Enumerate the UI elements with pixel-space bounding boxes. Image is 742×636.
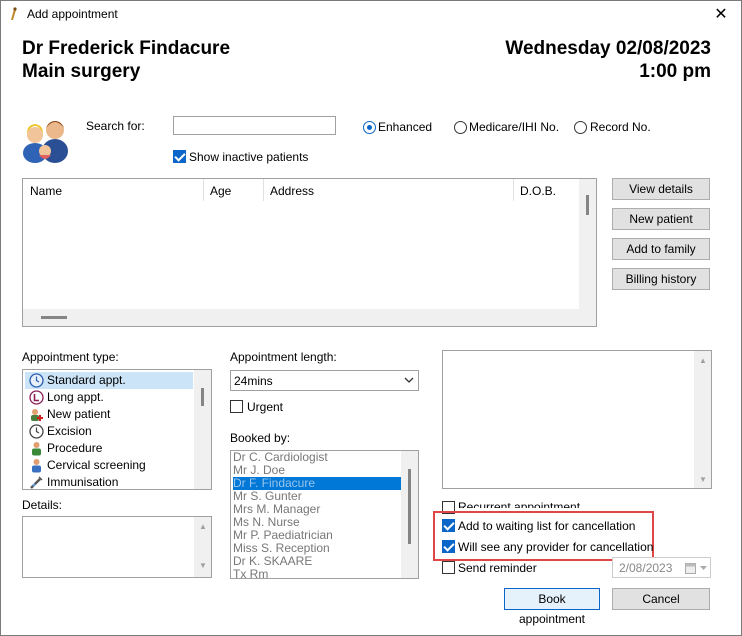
syringe-icon xyxy=(30,476,43,489)
booked-by-scrollbar[interactable] xyxy=(401,451,418,578)
grid-header: Name Age Address D.O.B. xyxy=(23,179,579,201)
add-to-family-button[interactable]: Add to family xyxy=(612,238,710,260)
recurrent-label[interactable]: Recurrent appointment xyxy=(458,500,580,508)
appointment-type-cervical-screening[interactable]: Cervical screening xyxy=(25,457,193,474)
appointment-type-new-patient[interactable]: New patient xyxy=(25,406,193,423)
new-patient-button[interactable]: New patient xyxy=(612,208,710,230)
show-inactive-checkbox[interactable] xyxy=(173,150,186,163)
appointment-type-procedure[interactable]: Procedure xyxy=(25,440,193,457)
procedure-icon xyxy=(32,442,41,456)
booked-by-list[interactable]: Dr C. Cardiologist Mr J. Doe Dr F. Finda… xyxy=(230,450,419,579)
appointment-type-scrollbar[interactable] xyxy=(194,370,211,489)
reminder-date-value: 2/08/2023 xyxy=(619,561,673,575)
appointment-length-select[interactable]: 24mins xyxy=(230,370,419,391)
column-header-name[interactable]: Name xyxy=(30,184,62,198)
appointment-type-list[interactable]: Standard appt. Long appt. New patient Ex… xyxy=(22,369,212,490)
appointment-type-label: Appointment type: xyxy=(22,350,119,364)
title-bar: Add appointment ✕ xyxy=(1,1,741,29)
medicare-radio[interactable] xyxy=(454,121,467,134)
cancel-button[interactable]: Cancel xyxy=(612,588,710,610)
grid-vertical-scrollbar[interactable] xyxy=(579,179,596,309)
booked-by-label: Booked by: xyxy=(230,431,291,445)
app-icon xyxy=(11,7,17,20)
record-no-radio-label[interactable]: Record No. xyxy=(590,120,651,134)
search-label: Search for: xyxy=(86,119,145,133)
notes-scrollbar[interactable]: ▲ ▼ xyxy=(694,351,711,488)
add-appointment-dialog: Add appointment ✕ Dr Frederick Findacure… xyxy=(0,0,742,636)
any-provider-label[interactable]: Will see any provider for cancellation xyxy=(458,540,653,554)
booked-by-item[interactable]: Tx Rm xyxy=(233,568,401,579)
send-reminder-label[interactable]: Send reminder xyxy=(458,561,537,575)
details-scrollbar[interactable]: ▲ ▼ xyxy=(194,517,211,577)
chevron-down-icon xyxy=(404,377,414,383)
details-textarea[interactable]: ▲ ▼ xyxy=(22,516,212,578)
medicare-radio-label[interactable]: Medicare/IHI No. xyxy=(469,120,559,134)
reminder-date-picker[interactable]: 2/08/2023 xyxy=(612,557,711,578)
urgent-checkbox[interactable] xyxy=(230,400,243,413)
appointment-time: 1:00 pm xyxy=(639,61,711,82)
patient-results-grid[interactable]: Name Age Address D.O.B. xyxy=(22,178,597,327)
appointment-length-label: Appointment length: xyxy=(230,350,337,364)
doctor-name: Dr Frederick Findacure xyxy=(22,38,231,59)
notes-textarea[interactable]: ▲ ▼ xyxy=(442,350,712,489)
show-inactive-label[interactable]: Show inactive patients xyxy=(189,150,308,164)
location-name: Main surgery xyxy=(22,61,141,82)
billing-history-button[interactable]: Billing history xyxy=(612,268,710,290)
search-input[interactable] xyxy=(173,116,336,135)
person-icon xyxy=(32,459,41,473)
urgent-label[interactable]: Urgent xyxy=(247,400,283,414)
waiting-list-label[interactable]: Add to waiting list for cancellation xyxy=(458,519,635,533)
new-patient-icon xyxy=(31,409,43,421)
close-icon: ✕ xyxy=(714,6,728,23)
window-title: Add appointment xyxy=(27,7,118,21)
grid-horizontal-scrollbar[interactable] xyxy=(23,309,596,326)
view-details-button[interactable]: View details xyxy=(612,178,710,200)
appointment-date: Wednesday 02/08/2023 xyxy=(505,38,711,59)
appointment-type-standard[interactable]: Standard appt. xyxy=(25,372,193,389)
send-reminder-checkbox[interactable] xyxy=(442,561,455,574)
clock-icon xyxy=(29,424,44,439)
book-appointment-button[interactable]: Book appointment xyxy=(504,588,600,626)
column-header-address[interactable]: Address xyxy=(270,184,314,198)
enhanced-radio[interactable] xyxy=(363,121,376,134)
column-header-dob[interactable]: D.O.B. xyxy=(520,184,556,198)
any-provider-checkbox[interactable] xyxy=(442,540,455,553)
waiting-list-checkbox[interactable] xyxy=(442,519,455,532)
column-header-age[interactable]: Age xyxy=(210,184,231,198)
enhanced-radio-label[interactable]: Enhanced xyxy=(378,120,432,134)
appointment-length-value: 24mins xyxy=(234,374,273,388)
long-appt-icon xyxy=(29,390,44,405)
patients-family-icon xyxy=(23,121,68,163)
appointment-type-long[interactable]: Long appt. xyxy=(25,389,193,406)
record-no-radio[interactable] xyxy=(574,121,587,134)
details-label: Details: xyxy=(22,498,63,512)
close-button[interactable]: ✕ xyxy=(711,5,731,25)
chevron-down-icon xyxy=(700,566,707,570)
appointment-type-excision[interactable]: Excision xyxy=(25,423,193,440)
appointment-type-immunisation[interactable]: Immunisation xyxy=(25,474,193,489)
clock-icon xyxy=(29,373,44,388)
calendar-icon xyxy=(685,563,696,574)
